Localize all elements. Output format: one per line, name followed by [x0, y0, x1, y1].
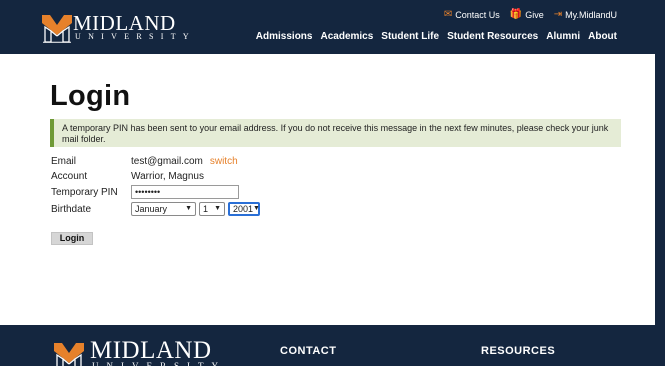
day-select[interactable]: 1 ▼ — [199, 202, 225, 216]
birthdate-row: Birthdate January ▼ 1 ▼ 2001 ▼ — [51, 202, 351, 220]
page-frame: MIDLAND UNIVERSITY ✉ Contact Us 🎁 Give ⇥… — [0, 0, 655, 366]
m-logo-icon — [54, 343, 84, 366]
temporary-pin-input[interactable] — [131, 185, 239, 199]
pin-sent-notice: A temporary PIN has been sent to your em… — [50, 119, 621, 147]
footer-logo[interactable]: MIDLAND UNIVERSITY — [52, 337, 222, 366]
year-select[interactable]: 2001 ▼ — [228, 202, 260, 216]
email-value-wrap: test@gmail.com switch — [131, 156, 238, 167]
email-row: Email test@gmail.com switch — [51, 156, 351, 172]
account-value: Warrior, Magnus — [131, 171, 204, 182]
login-button[interactable]: Login — [51, 232, 93, 245]
email-label: Email — [51, 156, 77, 167]
birthdate-label: Birthdate — [51, 204, 92, 215]
month-value: January — [135, 204, 168, 214]
site-footer: MIDLAND UNIVERSITY CONTACT RESOURCES — [0, 325, 655, 366]
content-column: A temporary PIN has been sent to your em… — [48, 0, 623, 366]
pin-label: Temporary PIN — [51, 187, 118, 198]
chevron-down-icon: ▼ — [253, 205, 260, 212]
page-scrollbar[interactable] — [655, 0, 665, 366]
day-value: 1 — [203, 204, 209, 214]
switch-link[interactable]: switch — [210, 156, 238, 167]
account-label: Account — [51, 171, 88, 182]
chevron-down-icon: ▼ — [214, 205, 221, 212]
year-value: 2001 — [233, 204, 254, 214]
footer-contact-heading: CONTACT — [280, 345, 337, 357]
footer-resources-heading: RESOURCES — [481, 345, 556, 357]
footer-logo-subtitle: UNIVERSITY — [92, 361, 226, 366]
pin-row: Temporary PIN — [51, 185, 351, 203]
month-select[interactable]: January ▼ — [131, 202, 196, 216]
email-value: test@gmail.com — [131, 156, 203, 167]
chevron-down-icon: ▼ — [185, 205, 192, 212]
